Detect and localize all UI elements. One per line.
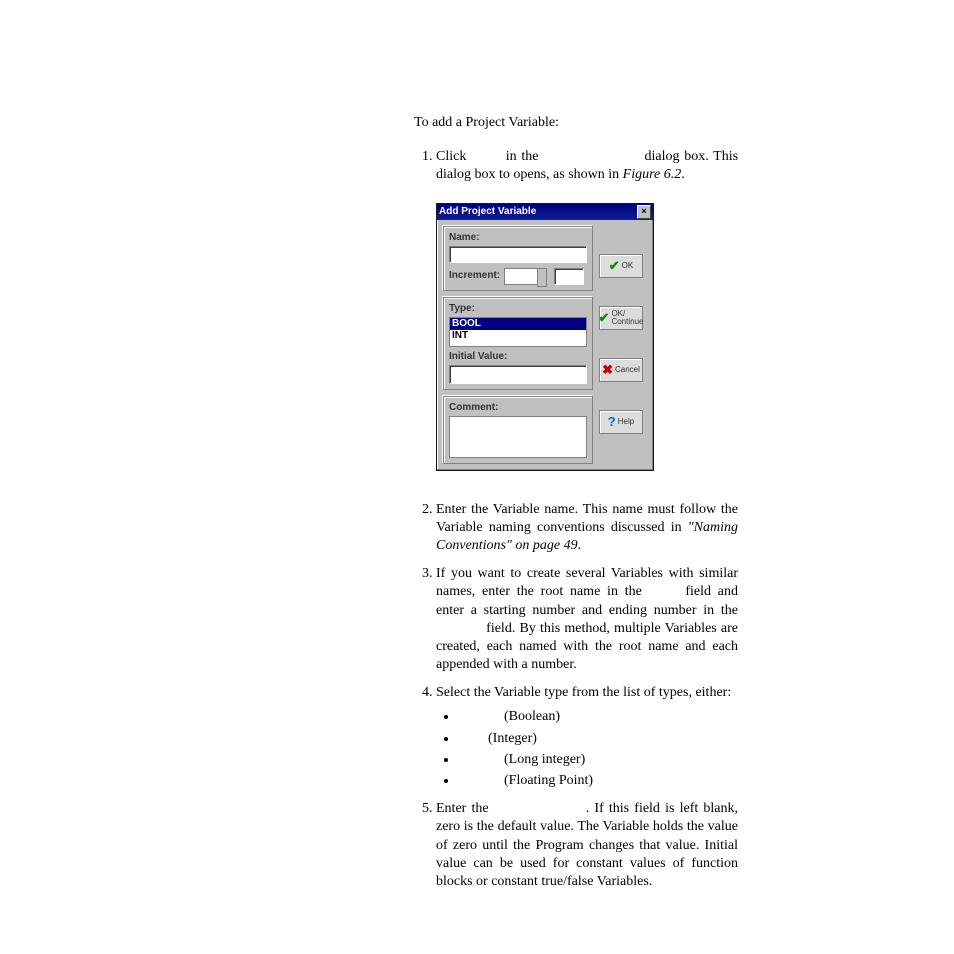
list-item: (Integer) — [458, 730, 738, 748]
check-icon: ✔ — [599, 310, 610, 326]
dialog-title: Add Project Variable — [439, 206, 536, 218]
list-item: (Floating Point) — [458, 772, 738, 790]
comment-label: Comment: — [449, 402, 587, 414]
initial-value-label: Initial Value: — [449, 351, 587, 363]
initial-value-field[interactable] — [449, 365, 587, 384]
check-icon: ✔ — [609, 258, 620, 274]
type-bullets: (Boolean) (Integer) (Long integer) (Floa… — [458, 708, 738, 790]
dialog-button-column: ✔OK ✔OK/Continue ✖Cancel ?Help — [599, 226, 647, 464]
comment-field[interactable] — [449, 416, 587, 458]
type-listbox[interactable]: BOOL INT — [449, 317, 587, 347]
step-5: Enter the . If this field is left blank,… — [436, 800, 738, 891]
step-3: If you want to create several Variables … — [436, 565, 738, 674]
add-project-variable-dialog: Add Project Variable × Name: Increment: — [436, 203, 654, 471]
ok-continue-button[interactable]: ✔OK/Continue — [599, 306, 643, 330]
dialog-left-column: Name: Increment: Type: — [443, 226, 593, 464]
step-1: Click in the dialog box. This dialog box… — [436, 148, 738, 470]
name-label: Name: — [449, 232, 587, 244]
intro-text: To add a Project Variable: — [414, 114, 738, 132]
ok-button[interactable]: ✔OK — [599, 254, 643, 278]
figure-6-2: Add Project Variable × Name: Increment: — [436, 203, 738, 471]
dialog-titlebar: Add Project Variable × — [437, 204, 653, 220]
name-field[interactable] — [449, 246, 587, 263]
cancel-button[interactable]: ✖Cancel — [599, 358, 643, 382]
step-4: Select the Variable type from the list o… — [436, 684, 738, 790]
list-item: (Long integer) — [458, 751, 738, 769]
document-page: To add a Project Variable: Click in the … — [0, 0, 954, 954]
steps-list: Click in the dialog box. This dialog box… — [414, 148, 738, 891]
question-icon: ? — [608, 414, 616, 430]
increment-to-field[interactable] — [554, 268, 584, 285]
step-2: Enter the Variable name. This name must … — [436, 501, 738, 556]
type-label: Type: — [449, 303, 587, 315]
type-panel: Type: BOOL INT Initial Value: — [443, 297, 593, 390]
close-icon[interactable]: × — [637, 205, 651, 219]
help-button[interactable]: ?Help — [599, 410, 643, 434]
x-icon: ✖ — [602, 362, 613, 378]
increment-label: Increment: — [449, 270, 500, 282]
comment-panel: Comment: — [443, 396, 593, 464]
list-item: (Boolean) — [458, 708, 738, 726]
increment-from-field[interactable] — [504, 268, 540, 285]
content-column: To add a Project Variable: Click in the … — [414, 114, 738, 901]
name-panel: Name: Increment: — [443, 226, 593, 291]
